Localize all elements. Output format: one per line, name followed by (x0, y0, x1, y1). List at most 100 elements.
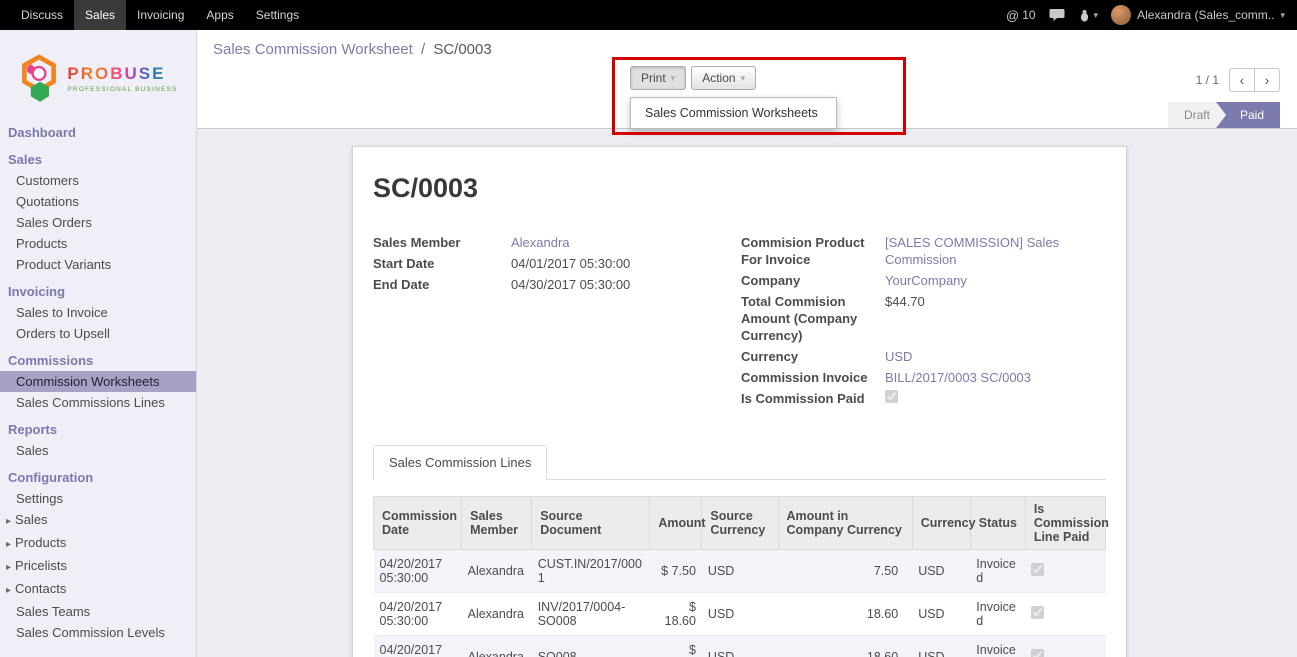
sidebar-item-sales-commission-levels[interactable]: Sales Commission Levels (0, 622, 196, 643)
control-panel: Sales Commission Worksheet / SC/0003 Pri… (197, 30, 1297, 102)
user-avatar (1111, 5, 1131, 25)
main-container: PROBUSE PROFESSIONAL BUSINESS Dashboard … (0, 30, 1297, 657)
action-button-label: Action (702, 71, 735, 85)
commission-line-row[interactable]: 04/20/2017 05:30:00 Alexandra CUST.IN/20… (374, 550, 1106, 593)
commission-lines-table: Commission Date Sales Member Source Docu… (373, 496, 1106, 657)
probuse-logo: PROBUSE PROFESSIONAL BUSINESS (0, 30, 196, 118)
chat-icon[interactable] (1049, 8, 1065, 22)
bug-icon[interactable]: ▾ (1078, 9, 1099, 22)
sidebar-item-reports-sales[interactable]: Sales (0, 440, 196, 461)
cell-commission-date: 04/20/2017 10:35:53 (374, 636, 462, 657)
user-name: Alexandra (Sales_comm.. (1137, 8, 1274, 22)
cell-line-paid (1025, 550, 1105, 593)
cell-currency: USD (912, 636, 970, 657)
field-label: End Date (373, 276, 511, 293)
sidebar-item-sales-orders[interactable]: Sales Orders (0, 212, 196, 233)
sidebar-item-products[interactable]: Products (0, 233, 196, 254)
cell-source-document: CUST.IN/2017/0001 (532, 550, 650, 593)
print-button[interactable]: Print ▾ (630, 66, 686, 90)
sidebar-item-quotations[interactable]: Quotations (0, 191, 196, 212)
currency-link[interactable]: USD (885, 348, 912, 365)
commission-line-row[interactable]: 04/20/2017 10:35:53 Alexandra SO008 $ 18… (374, 636, 1106, 657)
breadcrumb-current: SC/0003 (433, 41, 491, 58)
menu-settings[interactable]: Settings (245, 0, 310, 30)
user-menu[interactable]: Alexandra (Sales_comm.. ▾ (1111, 5, 1285, 25)
table-header-row: Commission Date Sales Member Source Docu… (374, 497, 1106, 550)
cell-sales-member: Alexandra (462, 550, 532, 593)
field-label: Commission Invoice (741, 369, 885, 386)
cell-source-document: SO008 (532, 636, 650, 657)
top-navbar: Discuss Sales Invoicing Apps Settings @ … (0, 0, 1297, 30)
sidebar-item-config-pricelists[interactable]: ▸Pricelists (0, 555, 196, 578)
sidebar-section-sales[interactable]: Sales (0, 149, 196, 170)
menu-discuss[interactable]: Discuss (10, 0, 74, 30)
cell-amount-company-currency: 18.60 (778, 593, 912, 636)
field-label: Commision Product For Invoice (741, 234, 885, 268)
status-draft[interactable]: Draft (1168, 102, 1226, 128)
sidebar-section-configuration[interactable]: Configuration (0, 467, 196, 488)
menu-sales[interactable]: Sales (74, 0, 126, 30)
sidebar-item-commission-worksheets[interactable]: Commission Worksheets (0, 371, 196, 392)
dropdown-item-sales-commission-worksheets[interactable]: Sales Commission Worksheets (631, 102, 836, 124)
sidebar-item-config-products[interactable]: ▸Products (0, 532, 196, 555)
pager-previous-button[interactable]: ‹ (1229, 68, 1255, 92)
print-dropdown-menu: Sales Commission Worksheets (630, 97, 837, 129)
record-pager: 1 / 1 ‹ › (1196, 68, 1280, 92)
menu-invoicing[interactable]: Invoicing (126, 0, 195, 30)
sidebar-section-commissions[interactable]: Commissions (0, 350, 196, 371)
sidebar-section-reports[interactable]: Reports (0, 419, 196, 440)
at-icon: @ (1006, 8, 1019, 23)
field-end-date: End Date 04/30/2017 05:30:00 (373, 276, 741, 293)
form-background: SC/0003 Sales Member Alexandra Start Dat… (197, 129, 1297, 657)
mention-count: 10 (1022, 8, 1035, 22)
sidebar-section-dashboard[interactable]: Dashboard (0, 122, 196, 143)
content-area: Sales Commission Worksheet / SC/0003 Pri… (197, 30, 1297, 657)
commission-line-row[interactable]: 04/20/2017 05:30:00 Alexandra INV/2017/0… (374, 593, 1106, 636)
cell-source-document: INV/2017/0004-SO008 (532, 593, 650, 636)
sidebar-item-orders-to-upsell[interactable]: Orders to Upsell (0, 323, 196, 344)
total-commission-amount-value: $44.70 (885, 293, 925, 344)
commission-product-link[interactable]: [SALES COMMISSION] Sales Commission (885, 234, 1106, 268)
pager-buttons: ‹ › (1229, 68, 1280, 92)
cell-status: Invoiced (970, 636, 1025, 657)
sidebar-item-label: Pricelists (15, 558, 67, 573)
sidebar-item-sales-teams[interactable]: Sales Teams (0, 601, 196, 622)
cell-line-paid (1025, 593, 1105, 636)
commission-invoice-link[interactable]: BILL/2017/0003 SC/0003 (885, 369, 1031, 386)
sidebar-item-product-variants[interactable]: Product Variants (0, 254, 196, 275)
caret-down-icon: ▾ (741, 73, 746, 84)
print-button-label: Print (641, 71, 666, 85)
breadcrumb-parent-link[interactable]: Sales Commission Worksheet (213, 41, 413, 58)
sidebar-item-config-sales[interactable]: ▸Sales (0, 509, 196, 532)
is-commission-paid-checkbox (885, 390, 898, 403)
sidebar-item-customers[interactable]: Customers (0, 170, 196, 191)
sidebar-section-invoicing[interactable]: Invoicing (0, 281, 196, 302)
cell-amount-company-currency: 7.50 (778, 550, 912, 593)
action-button-row: Print ▾ Action ▾ (630, 66, 756, 90)
action-button[interactable]: Action ▾ (691, 66, 756, 90)
cell-amount: $ 18.60 (650, 593, 702, 636)
pager-counter: 1 / 1 (1196, 73, 1219, 87)
field-groups: Sales Member Alexandra Start Date 04/01/… (373, 234, 1106, 411)
topbar-right: @ 10 ▾ Alexandra (Sales_comm.. ▾ (1006, 5, 1297, 25)
cell-currency: USD (912, 593, 970, 636)
app-menus: Discuss Sales Invoicing Apps Settings (10, 0, 310, 30)
menu-apps[interactable]: Apps (195, 0, 244, 30)
sales-member-link[interactable]: Alexandra (511, 234, 570, 251)
sidebar-item-config-contacts[interactable]: ▸Contacts (0, 578, 196, 601)
sidebar-item-sales-to-invoice[interactable]: Sales to Invoice (0, 302, 196, 323)
company-link[interactable]: YourCompany (885, 272, 967, 289)
tab-sales-commission-lines[interactable]: Sales Commission Lines (373, 445, 547, 480)
sidebar-item-sales-commissions-lines[interactable]: Sales Commissions Lines (0, 392, 196, 413)
mention-counter[interactable]: @ 10 (1006, 8, 1036, 23)
chevron-right-icon: ▸ (6, 539, 11, 550)
field-currency: Currency USD (741, 348, 1106, 365)
pager-next-button[interactable]: › (1254, 68, 1280, 92)
field-total-commission-amount: Total Commision Amount (Company Currency… (741, 293, 1106, 344)
col-header-sales-member: Sales Member (462, 497, 532, 550)
sidebar-item-settings[interactable]: Settings (0, 488, 196, 509)
logo-tagline: PROFESSIONAL BUSINESS (67, 86, 177, 93)
cell-commission-date: 04/20/2017 05:30:00 (374, 593, 462, 636)
start-date-value: 04/01/2017 05:30:00 (511, 255, 630, 272)
cell-source-currency: USD (702, 636, 778, 657)
